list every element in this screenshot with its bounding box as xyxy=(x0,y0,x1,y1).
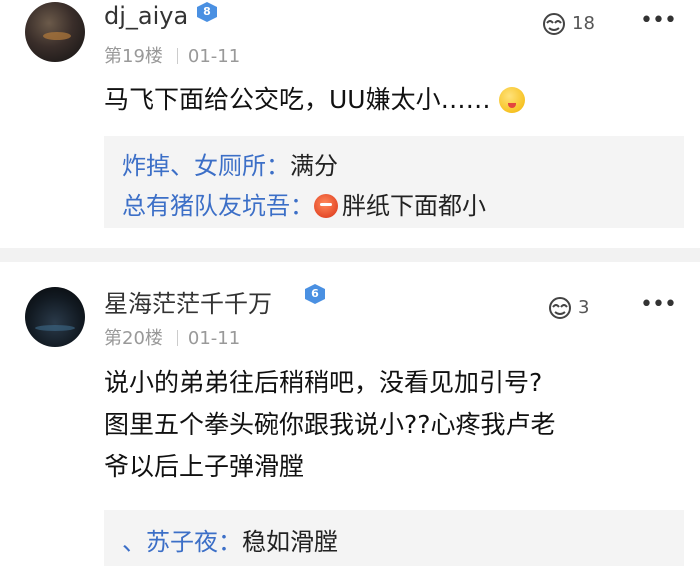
more-icon[interactable]: ••• xyxy=(640,8,677,33)
like-icon xyxy=(549,297,571,319)
reply-author[interactable]: 炸掉、女厕所： xyxy=(122,152,290,180)
comment-post: dj_aiya 8 第19楼 01-11 18 ••• 马飞下面给公交吃，UU嫌太… xyxy=(0,0,700,248)
reply-item[interactable]: 总有猪队友坑吾： 胖纸下面都小 xyxy=(122,186,486,221)
more-icon[interactable]: ••• xyxy=(640,292,677,317)
post-meta: 第20楼 01-11 xyxy=(104,324,240,350)
reply-text: 满分 xyxy=(290,152,338,180)
post-meta: 第19楼 01-11 xyxy=(104,42,240,68)
emoji-icon xyxy=(314,194,338,218)
level-badge-icon: 6 xyxy=(305,284,325,304)
reply-author[interactable]: 、苏子夜： xyxy=(122,528,242,556)
comment-line: 图里五个拳头碗你跟我说小??心疼我卢老 xyxy=(104,410,556,439)
comment-post: 星海茫茫千千万 6 第20楼 01-11 3 ••• 说小的弟弟往后稍稍吧，没看见… xyxy=(0,262,700,584)
like-button[interactable]: 18 xyxy=(540,12,595,36)
floor-number: 第20楼 xyxy=(104,328,163,349)
reply-list: 炸掉、女厕所：满分 总有猪队友坑吾： 胖纸下面都小 xyxy=(104,136,684,228)
comment-text: 说小的弟弟往后稍稍吧，没看见加引号? 图里五个拳头碗你跟我说小??心疼我卢老 爷… xyxy=(104,362,674,488)
level-badge-icon: 8 xyxy=(197,2,217,22)
reply-item[interactable]: 、苏子夜：稳如滑膛 xyxy=(122,522,338,557)
floor-number: 第19楼 xyxy=(104,46,163,67)
like-button[interactable]: 3 xyxy=(546,296,589,320)
reply-author[interactable]: 总有猪队友坑吾： xyxy=(122,192,314,220)
avatar[interactable] xyxy=(25,287,85,347)
reply-list: 、苏子夜：稳如滑膛 xyxy=(104,510,684,566)
emoji-icon xyxy=(498,87,525,113)
post-date: 01-11 xyxy=(187,46,241,67)
reply-text: 胖纸下面都小 xyxy=(342,192,486,220)
reply-item[interactable]: 炸掉、女厕所：满分 xyxy=(122,146,338,181)
like-count: 3 xyxy=(578,297,590,318)
comment-text: 马飞下面给公交吃，UU嫌太小…… xyxy=(104,80,674,120)
reply-text: 稳如滑膛 xyxy=(242,528,338,556)
post-date: 01-11 xyxy=(187,328,241,349)
post-divider xyxy=(0,248,700,262)
comment-line: 爷以后上子弹滑膛 xyxy=(104,452,305,481)
comment-line: 说小的弟弟往后稍稍吧，没看见加引号? xyxy=(104,368,543,397)
like-icon xyxy=(543,13,565,35)
like-count: 18 xyxy=(572,13,595,34)
username[interactable]: dj_aiya xyxy=(104,2,188,30)
username[interactable]: 星海茫茫千千万 xyxy=(104,284,272,319)
avatar[interactable] xyxy=(25,2,85,62)
